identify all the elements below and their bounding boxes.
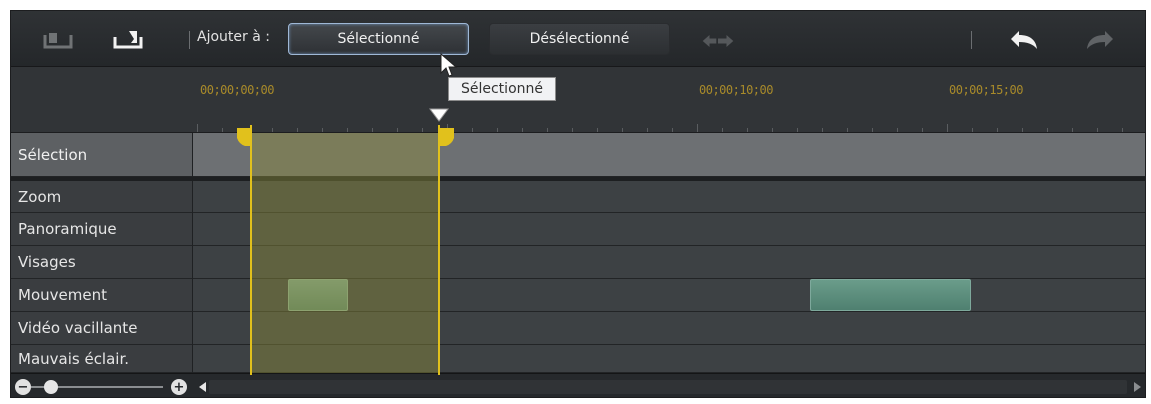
horizontal-scrollbar[interactable]	[209, 380, 1127, 394]
scroll-right-icon[interactable]	[1131, 381, 1143, 393]
ruler-tick	[1097, 128, 1098, 132]
ruler-tick	[347, 128, 348, 132]
ruler-tick	[322, 128, 323, 132]
import-right-icon[interactable]	[111, 25, 145, 53]
swap-arrows-icon[interactable]	[701, 27, 735, 55]
track-label-mouvement: Mouvement	[11, 279, 192, 312]
timeline-ruler[interactable]: 00;00;00;00 00;00;10;00 00;00;15;00	[11, 67, 1145, 133]
ruler-tick	[697, 124, 698, 132]
ruler-tick	[422, 128, 423, 132]
ruler-tick	[822, 128, 823, 132]
ruler-tick	[922, 128, 923, 132]
playhead-marker-icon[interactable]	[429, 108, 449, 122]
add-to-label: Ajouter à :	[197, 29, 270, 45]
toolbar-divider	[189, 31, 190, 49]
ruler-tick	[272, 128, 273, 132]
ruler-tick	[972, 128, 973, 132]
track-label-zoom: Zoom	[11, 181, 192, 213]
track-label-video-vacillante: Vidéo vacillante	[11, 312, 192, 345]
ruler-tick	[297, 128, 298, 132]
ruler-tick	[747, 128, 748, 132]
undo-icon[interactable]	[1009, 25, 1043, 53]
zoom-slider-knob[interactable]	[44, 380, 58, 394]
ruler-tick	[547, 128, 548, 132]
motion-segment[interactable]	[810, 279, 971, 311]
ruler-tick	[397, 128, 398, 132]
ruler-tick	[1047, 128, 1048, 132]
ruler-tick	[572, 128, 573, 132]
toolbar-divider-right	[971, 31, 972, 49]
ruler-tick	[1072, 128, 1073, 132]
track-labels: Sélection Zoom Panoramique Visages Mouve…	[11, 133, 192, 373]
selection-start-handle[interactable]	[237, 128, 251, 146]
ruler-tick	[772, 128, 773, 132]
scroll-left-icon[interactable]	[197, 381, 209, 393]
deselected-button[interactable]: Désélectionné	[489, 23, 670, 55]
selection-start-line	[250, 125, 252, 375]
track-label-panoramique: Panoramique	[11, 213, 192, 246]
ruler-tick	[722, 128, 723, 132]
toolbar: Ajouter à : Sélectionné Désélectionné	[11, 11, 1145, 67]
selection-region[interactable]	[251, 133, 440, 373]
ruler-tick	[197, 124, 198, 132]
timecode-label: 00;00;10;00	[699, 83, 773, 97]
ruler-tick	[372, 128, 373, 132]
redo-icon[interactable]	[1081, 25, 1115, 53]
selection-end-line	[438, 125, 440, 375]
ruler-tick	[622, 128, 623, 132]
bottom-bar: − +	[11, 373, 1145, 397]
ruler-tick	[222, 128, 223, 132]
ruler-tick	[672, 128, 673, 132]
track-label-visages: Visages	[11, 246, 192, 279]
ruler-tick	[597, 128, 598, 132]
ruler-tick	[522, 128, 523, 132]
zoom-out-button[interactable]: −	[15, 379, 31, 395]
ruler-tick	[847, 128, 848, 132]
editor-window: Ajouter à : Sélectionné Désélectionné Sé…	[10, 10, 1146, 398]
mouse-cursor-icon	[440, 53, 458, 77]
ruler-tick	[897, 128, 898, 132]
selected-button[interactable]: Sélectionné	[288, 23, 469, 55]
track-label-mauvais-eclairage: Mauvais éclair.	[11, 345, 192, 373]
ruler-tick	[1122, 128, 1123, 132]
selection-end-handle[interactable]	[440, 128, 454, 146]
zoom-in-button[interactable]: +	[171, 379, 187, 395]
track-label-selection: Sélection	[11, 133, 192, 177]
import-left-icon[interactable]	[41, 25, 75, 53]
ruler-tick	[797, 128, 798, 132]
ruler-tick	[997, 128, 998, 132]
ruler-tick	[947, 124, 948, 132]
ruler-tick	[872, 128, 873, 132]
ruler-tick	[1022, 128, 1023, 132]
ruler-tick	[472, 128, 473, 132]
ruler-tick	[497, 128, 498, 132]
tooltip: Sélectionné	[448, 77, 556, 101]
timecode-label: 00;00;15;00	[949, 83, 1023, 97]
timeline-tracks[interactable]	[192, 125, 1145, 375]
timecode-label: 00;00;00;00	[200, 83, 274, 97]
ruler-tick	[647, 128, 648, 132]
